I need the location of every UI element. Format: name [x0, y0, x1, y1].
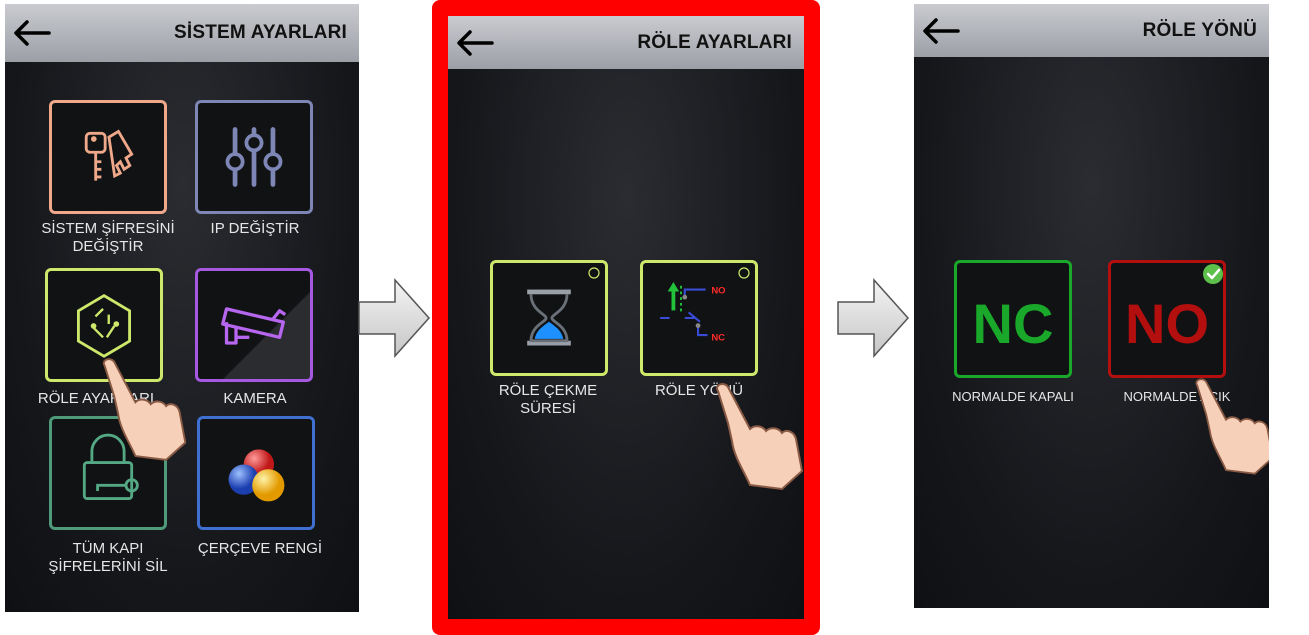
no-big-label: NO: [1125, 292, 1209, 355]
relay-settings-button[interactable]: [45, 268, 163, 382]
normally-closed-option[interactable]: NC: [954, 260, 1072, 378]
top-bar: RÖLE YÖNÜ: [914, 4, 1269, 57]
pointing-hand-icon: [1195, 378, 1269, 475]
camera-label: KAMERA: [223, 390, 287, 407]
highlight-frame: [432, 0, 820, 635]
change-ip-label: IP DEĞİŞTİR: [210, 220, 300, 237]
page-title: RÖLE YÖNÜ: [1142, 19, 1257, 41]
back-arrow-icon[interactable]: [920, 16, 960, 46]
relay-settings-label: RÖLE AYARLARI: [37, 390, 155, 407]
delete-all-door-passwords-button[interactable]: [49, 416, 167, 530]
nc-big-label: NC: [972, 292, 1054, 355]
back-arrow-icon[interactable]: [11, 18, 51, 48]
keys-icon: [84, 129, 134, 181]
top-bar: SİSTEM AYARLARI: [5, 4, 359, 62]
normally-open-label: NORMALDE AÇIK: [1123, 389, 1231, 404]
padlock-key-icon: [82, 433, 139, 500]
normally-closed-label: NORMALDE KAPALI: [952, 389, 1074, 404]
relay-circuit-icon: [77, 293, 131, 358]
sliders-icon: [225, 127, 283, 187]
page-title: SİSTEM AYARLARI: [174, 22, 347, 43]
camera-button[interactable]: [195, 268, 313, 382]
delete-all-door-passwords-label: TÜM KAPI ŞİFRELERİNİ SİL: [48, 540, 168, 575]
screen-relay-direction: RÖLE YÖNÜ NC NORMALDE KAPALI NO NORMALDE…: [914, 4, 1269, 608]
change-system-password-label: SİSTEM ŞİFRESİNİ DEĞİŞTİR: [41, 220, 175, 255]
camera-icon: [221, 307, 287, 345]
next-step-arrow-icon: [358, 278, 431, 358]
change-ip-button[interactable]: [195, 100, 313, 214]
next-step-arrow-icon: [837, 278, 910, 358]
color-balls-icon: [228, 449, 285, 502]
selected-check-icon: [1203, 264, 1223, 284]
frame-color-label: ÇERÇEVE RENGİ: [197, 540, 323, 557]
screen-system-settings: SİSTEM AYARLARI SİSTEM ŞİFRESİNİ DEĞİŞTİ…: [5, 4, 359, 612]
frame-color-button[interactable]: [197, 416, 315, 530]
change-system-password-button[interactable]: [49, 100, 167, 214]
